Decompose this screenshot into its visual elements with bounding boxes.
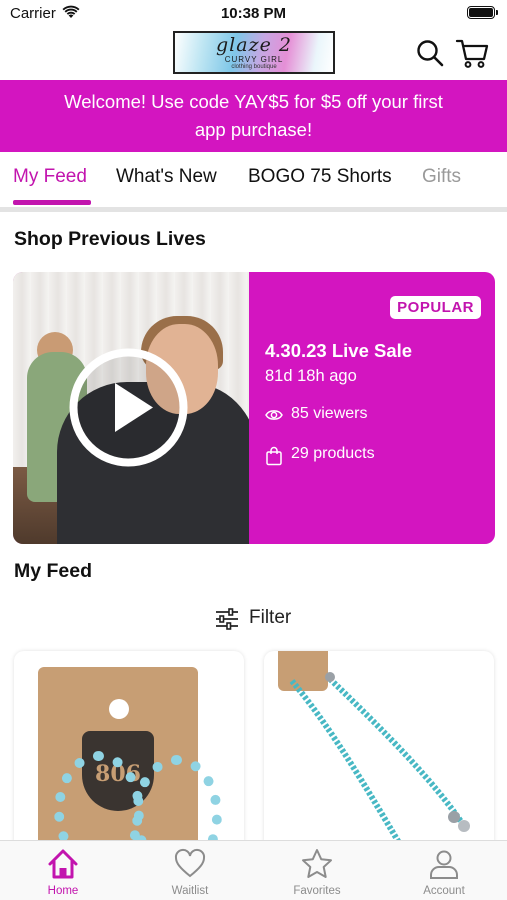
active-tab-indicator <box>13 200 91 205</box>
play-icon[interactable] <box>68 347 189 468</box>
cart-icon[interactable] <box>455 37 489 69</box>
live-sale-time-ago: 81d 18h ago <box>265 367 357 385</box>
promo-banner[interactable]: Welcome! Use code YAY$5 for $5 off your … <box>0 80 507 152</box>
bottom-tab-home-label: Home <box>47 885 79 897</box>
viewers-count: 85 viewers <box>291 405 368 422</box>
search-icon[interactable] <box>415 38 445 68</box>
bottom-tab-favorites[interactable]: Favorites <box>254 841 380 900</box>
eye-icon <box>265 410 283 420</box>
tab-whats-new[interactable]: What's New <box>116 166 217 188</box>
popular-badge: POPULAR <box>390 296 481 319</box>
filter-label: Filter <box>249 607 292 628</box>
tab-my-feed[interactable]: My Feed <box>13 166 87 188</box>
bottom-tab-bar: Home Waitlist Favorites Account <box>0 840 507 900</box>
bottom-tab-waitlist[interactable]: Waitlist <box>127 841 253 900</box>
bottom-tab-favorites-label: Favorites <box>293 885 341 897</box>
product-card[interactable]: 806 <box>14 651 244 851</box>
sliders-icon <box>216 608 238 630</box>
category-tabs: My Feed What's New BOGO 75 Shorts Gifts <box>0 152 507 208</box>
section-title-previous-lives: Shop Previous Lives <box>14 228 206 250</box>
tab-gifts[interactable]: Gifts <box>422 166 461 188</box>
shopping-bag-icon <box>266 446 282 466</box>
promo-line-2: app purchase! <box>194 119 313 140</box>
home-icon <box>48 849 78 879</box>
clock: 10:38 PM <box>220 5 287 22</box>
brand-logo[interactable]: glaze 2 CURVY GIRL clothing boutique <box>173 31 335 74</box>
section-title-my-feed: My Feed <box>14 560 93 582</box>
tabs-divider <box>0 207 507 212</box>
live-sale-card[interactable]: POPULAR 4.30.23 Live Sale 81d 18h ago 85… <box>13 272 495 544</box>
live-video-thumbnail[interactable] <box>13 272 249 544</box>
account-icon <box>430 850 458 879</box>
live-sale-title: 4.30.23 Live Sale <box>265 340 413 361</box>
logo-title: glaze 2 <box>216 34 292 56</box>
tab-bogo-75-shorts[interactable]: BOGO 75 Shorts <box>248 166 392 188</box>
product-image <box>289 672 470 851</box>
bottom-tab-account[interactable]: Account <box>381 841 507 900</box>
bottom-tab-waitlist-label: Waitlist <box>171 885 209 897</box>
star-icon <box>302 849 332 878</box>
battery-icon <box>467 6 498 19</box>
promo-line-1: Welcome! Use code YAY$5 for $5 off your … <box>64 91 443 112</box>
heart-icon <box>174 848 206 878</box>
bottom-tab-account-label: Account <box>423 885 465 897</box>
products-count: 29 products <box>291 445 375 462</box>
status-bar: Carrier 10:38 PM <box>0 0 507 28</box>
app-header: glaze 2 CURVY GIRL clothing boutique <box>0 28 507 80</box>
bottom-tab-home[interactable]: Home <box>0 841 126 900</box>
logo-tagline: clothing boutique <box>231 64 277 70</box>
product-card[interactable] <box>264 651 494 851</box>
logo-subtitle: CURVY GIRL <box>224 55 284 64</box>
